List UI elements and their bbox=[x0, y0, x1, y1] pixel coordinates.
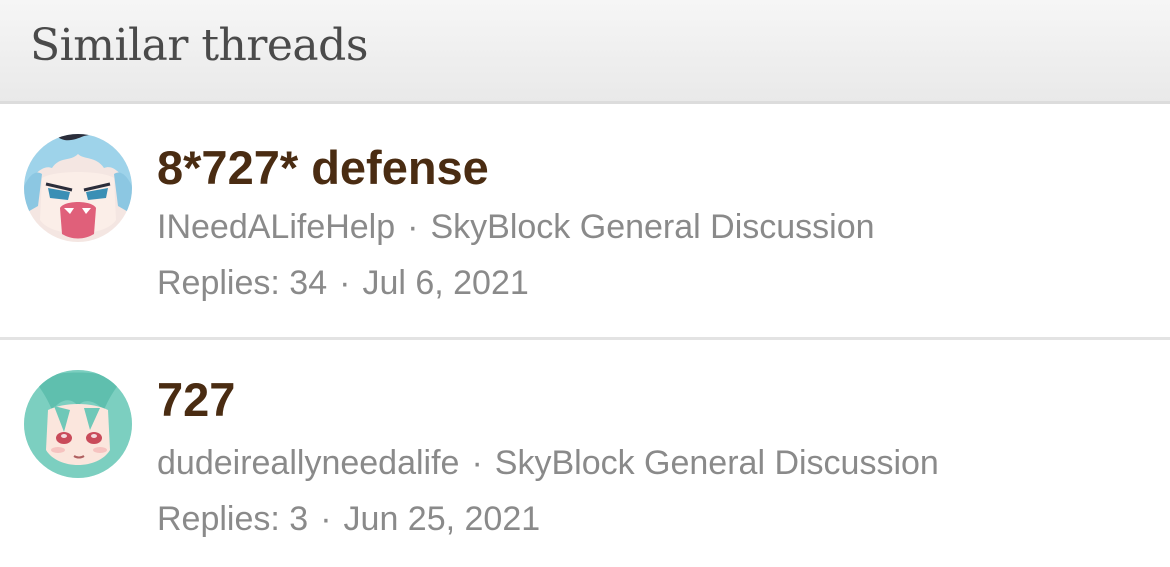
thread-forum-link[interactable]: SkyBlock General Discussion bbox=[495, 444, 939, 482]
thread-replies-count: Replies: 34 bbox=[157, 264, 328, 302]
meta-separator: · bbox=[339, 264, 351, 302]
thread-list-item[interactable]: 727 dudeireallyneedalife · SkyBlock Genera… bbox=[0, 340, 1170, 567]
thread-title-link[interactable]: 727 bbox=[157, 372, 235, 428]
thread-author-link[interactable]: dudeireallyneedalife bbox=[157, 444, 459, 482]
thread-title-link[interactable]: 8*727* defense bbox=[157, 140, 489, 196]
similar-threads-heading: Similar threads bbox=[30, 20, 368, 71]
thread-meta-author-forum: INeedALifeHelp · SkyBlock General Discussi… bbox=[157, 205, 875, 249]
similar-threads-page: Similar threads 8*727* defense INeedALif… bbox=[0, 0, 1170, 567]
meta-separator: · bbox=[320, 500, 332, 538]
thread-forum-link[interactable]: SkyBlock General Discussion bbox=[430, 208, 874, 246]
thread-author-link[interactable]: INeedALifeHelp bbox=[157, 208, 395, 246]
thread-meta-replies-date: Replies: 34 · Jul 6, 2021 bbox=[157, 261, 529, 305]
similar-threads-header: Similar threads bbox=[0, 0, 1170, 104]
thread-list-item[interactable]: 8*727* defense INeedALifeHelp · SkyBlock G… bbox=[0, 104, 1170, 339]
thread-date: Jun 25, 2021 bbox=[343, 500, 541, 538]
thread-meta-replies-date: Replies: 3 · Jun 25, 2021 bbox=[157, 497, 540, 541]
thread-meta-author-forum: dudeireallyneedalife · SkyBlock General Di… bbox=[157, 441, 939, 485]
thread-date: Jul 6, 2021 bbox=[362, 264, 529, 302]
anime-avatar-blue-hair-icon[interactable] bbox=[24, 134, 132, 242]
meta-separator: · bbox=[407, 208, 419, 246]
thread-replies-count: Replies: 3 bbox=[157, 500, 309, 538]
anime-avatar-teal-hair-icon[interactable] bbox=[24, 370, 132, 478]
meta-separator: · bbox=[471, 444, 483, 482]
